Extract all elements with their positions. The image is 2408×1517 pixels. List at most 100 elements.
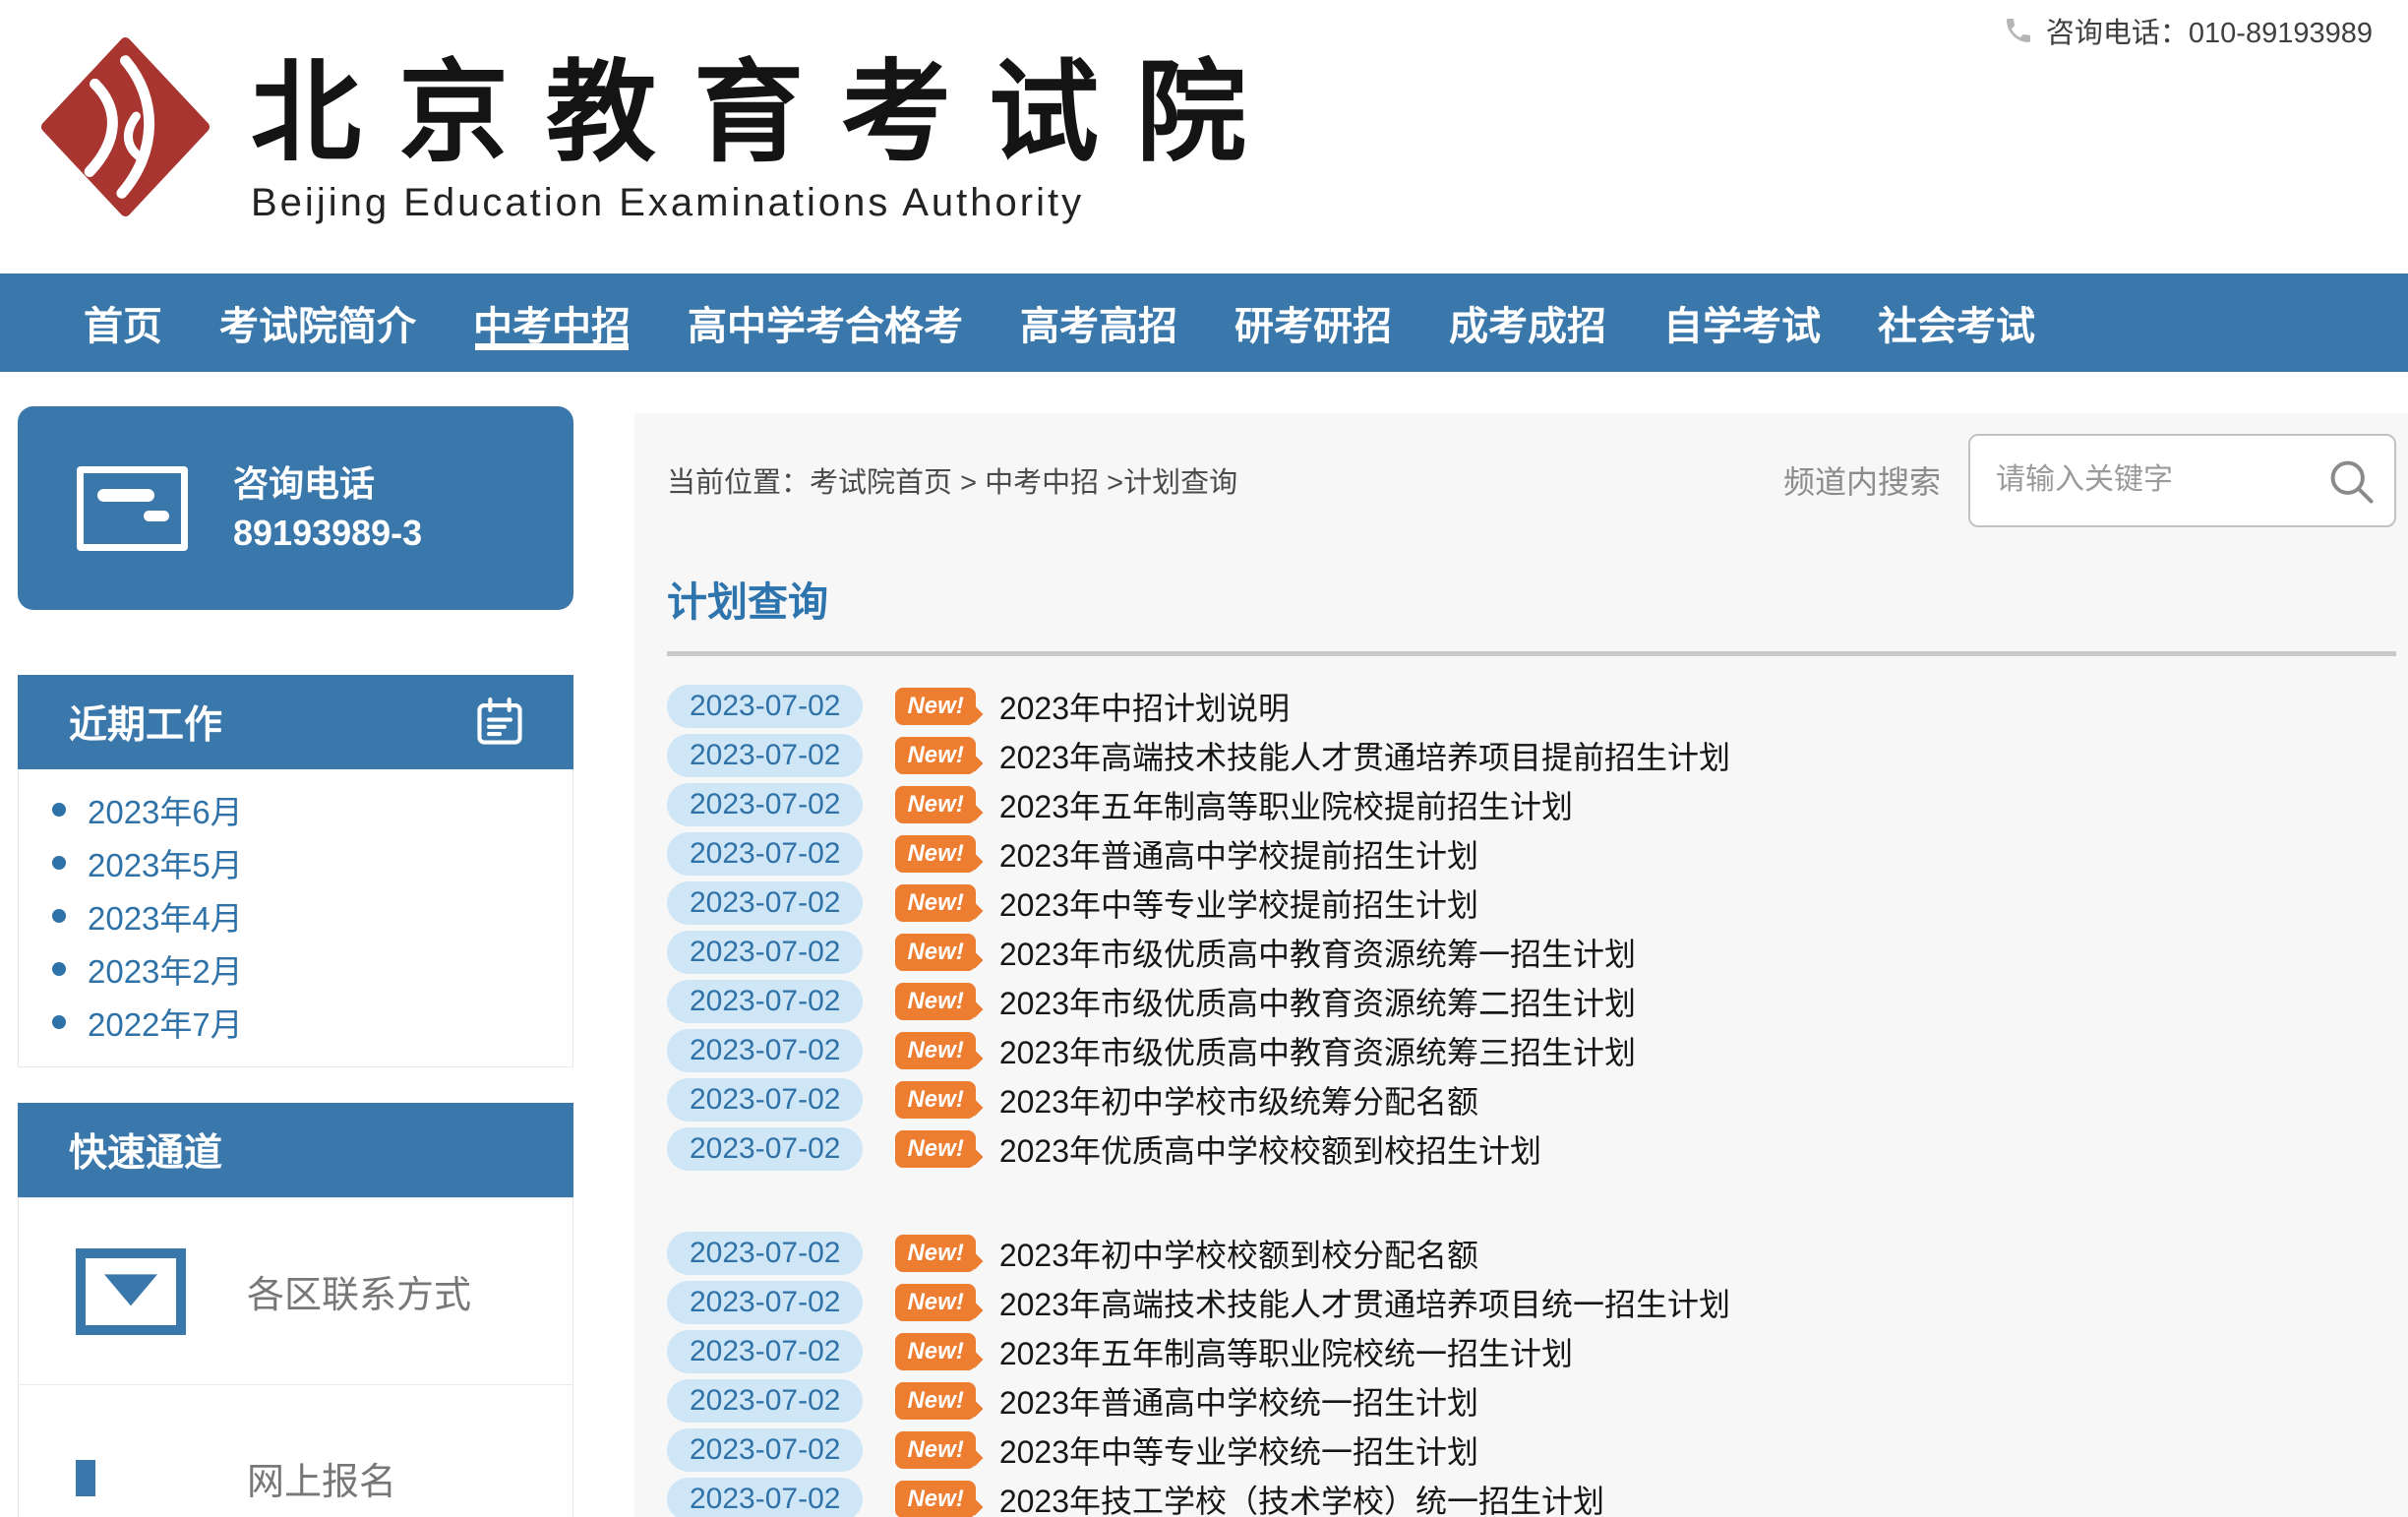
new-badge-icon: New! bbox=[895, 1382, 976, 1420]
recent-work-link[interactable]: 2022年7月 bbox=[88, 999, 243, 1046]
nav-active-underline bbox=[475, 343, 629, 350]
recent-work-link[interactable]: 2023年6月 bbox=[88, 786, 243, 833]
news-link[interactable]: 2023年普通高中学校提前招生计划 bbox=[999, 831, 1478, 877]
nav-item[interactable]: 成考成招 bbox=[1449, 273, 1606, 372]
news-row: 2023-07-02 New! 2023年优质高中学校校额到校招生计划 bbox=[667, 1124, 2396, 1174]
search-box bbox=[1968, 433, 2396, 527]
quick-channel-panel: 快速通道 各区联系方式 网上报名 bbox=[18, 1103, 573, 1517]
search-icon[interactable] bbox=[2325, 455, 2377, 507]
calendar-icon bbox=[477, 697, 522, 745]
news-link[interactable]: 2023年高端技术技能人才贯通培养项目提前招生计划 bbox=[999, 733, 1730, 778]
nav-item[interactable]: 中考中招 bbox=[473, 273, 631, 372]
news-row: 2023-07-02 New! 2023年初中学校校额到校分配名额 bbox=[667, 1229, 2396, 1278]
date-badge: 2023-07-02 bbox=[667, 881, 864, 925]
site-title-zh: 北京教育考试院 bbox=[251, 48, 1284, 177]
news-link[interactable]: 2023年初中学校市级统筹分配名额 bbox=[999, 1077, 1478, 1123]
quick-link-online-registration[interactable]: 网上报名 bbox=[19, 1384, 572, 1517]
recent-work-title: 近期工作 bbox=[69, 704, 223, 747]
main-content: 当前位置：考试院首页 > 中考中招 >计划查询 频道内搜索 计划查询 2023-… bbox=[634, 413, 2408, 1517]
nav-item[interactable]: 高考高招 bbox=[1020, 273, 1177, 372]
main-nav: 首页 考试院简介 中考中招 高中学考合格考 高考高招 研考研招 成考成招 自学考… bbox=[0, 273, 2408, 372]
recent-work-item: 2023年4月 bbox=[19, 889, 572, 942]
brand-text: 北京教育考试院 Beijing Education Examinations A… bbox=[251, 37, 1284, 225]
new-badge-icon: New! bbox=[895, 688, 976, 725]
nav-item[interactable]: 高中学考合格考 bbox=[688, 273, 963, 372]
monitor-icon bbox=[76, 1459, 186, 1496]
date-badge: 2023-07-02 bbox=[667, 734, 864, 777]
date-badge: 2023-07-02 bbox=[667, 783, 864, 826]
title-divider bbox=[667, 651, 2396, 656]
news-link[interactable]: 2023年五年制高等职业院校提前招生计划 bbox=[999, 782, 1573, 827]
news-row: 2023-07-02 New! 2023年高端技术技能人才贯通培养项目统一招生计… bbox=[667, 1278, 2396, 1327]
recent-work-item: 2022年7月 bbox=[19, 996, 572, 1049]
recent-work-item: 2023年5月 bbox=[19, 836, 572, 889]
date-badge: 2023-07-02 bbox=[667, 832, 864, 876]
nav-item[interactable]: 首页 bbox=[84, 273, 162, 372]
bullet-icon bbox=[52, 909, 66, 923]
recent-work-link[interactable]: 2023年4月 bbox=[88, 892, 243, 940]
news-link[interactable]: 2023年市级优质高中教育资源统筹三招生计划 bbox=[999, 1028, 1636, 1073]
news-link[interactable]: 2023年普通高中学校统一招生计划 bbox=[999, 1378, 1478, 1424]
news-row: 2023-07-02 New! 2023年中等专业学校统一招生计划 bbox=[667, 1426, 2396, 1475]
date-badge: 2023-07-02 bbox=[667, 1127, 864, 1171]
nav-item-label: 高中学考合格考 bbox=[688, 305, 963, 348]
sidebar: 咨询电话 89193989-3 近期工作 2023年6月 2023年5月 202… bbox=[18, 406, 573, 1517]
bullet-icon bbox=[52, 962, 66, 976]
recent-work-link[interactable]: 2023年5月 bbox=[88, 839, 243, 886]
nav-item[interactable]: 自学考试 bbox=[1663, 273, 1821, 372]
news-link[interactable]: 2023年初中学校校额到校分配名额 bbox=[999, 1231, 1478, 1276]
news-row: 2023-07-02 New! 2023年市级优质高中教育资源统筹一招生计划 bbox=[667, 928, 2396, 977]
top-header: 咨询电话：010-89193989 北京教育考试院 Beijing Educat… bbox=[0, 0, 2408, 273]
new-badge-icon: New! bbox=[895, 983, 976, 1020]
news-row: 2023-07-02 New! 2023年市级优质高中教育资源统筹三招生计划 bbox=[667, 1026, 2396, 1075]
news-row: 2023-07-02 New! 2023年五年制高等职业院校提前招生计划 bbox=[667, 780, 2396, 829]
bullet-icon bbox=[52, 856, 66, 870]
news-link[interactable]: 2023年中招计划说明 bbox=[999, 684, 1290, 729]
brand: 北京教育考试院 Beijing Education Examinations A… bbox=[30, 37, 1284, 225]
new-badge-icon: New! bbox=[895, 1431, 976, 1469]
new-badge-icon: New! bbox=[895, 737, 976, 774]
envelope-icon bbox=[77, 465, 188, 551]
date-badge: 2023-07-02 bbox=[667, 1281, 864, 1324]
phone-icon bbox=[2006, 19, 2030, 42]
bullet-icon bbox=[52, 1015, 66, 1029]
recent-work-link[interactable]: 2023年2月 bbox=[88, 945, 243, 993]
quick-link-district-contacts[interactable]: 各区联系方式 bbox=[19, 1197, 572, 1384]
news-row: 2023-07-02 New! 2023年五年制高等职业院校统一招生计划 bbox=[667, 1327, 2396, 1376]
page-title: 计划查询 bbox=[667, 579, 828, 625]
date-badge: 2023-07-02 bbox=[667, 1232, 864, 1275]
news-link[interactable]: 2023年中等专业学校提前招生计划 bbox=[999, 880, 1478, 926]
nav-item[interactable]: 考试院简介 bbox=[219, 273, 416, 372]
new-badge-icon: New! bbox=[895, 1333, 976, 1370]
news-row: 2023-07-02 New! 2023年初中学校市级统筹分配名额 bbox=[667, 1075, 2396, 1124]
news-list-group-2: 2023-07-02 New! 2023年初中学校校额到校分配名额 2023-0… bbox=[667, 1229, 2396, 1517]
news-link[interactable]: 2023年技工学校（技术学校）统一招生计划 bbox=[999, 1477, 1604, 1517]
date-badge: 2023-07-02 bbox=[667, 1478, 864, 1517]
new-badge-icon: New! bbox=[895, 1284, 976, 1321]
news-link[interactable]: 2023年中等专业学校统一招生计划 bbox=[999, 1427, 1478, 1473]
news-row: 2023-07-02 New! 2023年普通高中学校提前招生计划 bbox=[667, 829, 2396, 879]
news-link[interactable]: 2023年优质高中学校校额到校招生计划 bbox=[999, 1126, 1541, 1172]
news-list-group-1: 2023-07-02 New! 2023年中招计划说明 2023-07-02 N… bbox=[667, 682, 2396, 1174]
new-badge-icon: New! bbox=[895, 1081, 976, 1119]
new-badge-icon: New! bbox=[895, 1235, 976, 1272]
news-link[interactable]: 2023年市级优质高中教育资源统筹一招生计划 bbox=[999, 930, 1636, 975]
news-link[interactable]: 2023年五年制高等职业院校统一招生计划 bbox=[999, 1329, 1573, 1374]
nav-item-label: 首页 bbox=[84, 305, 162, 348]
recent-work-item: 2023年6月 bbox=[19, 783, 572, 836]
date-badge: 2023-07-02 bbox=[667, 1078, 864, 1122]
sidebar-phone-line1: 咨询电话 bbox=[233, 462, 376, 504]
nav-item[interactable]: 社会考试 bbox=[1878, 273, 2035, 372]
news-link[interactable]: 2023年高端技术技能人才贯通培养项目统一招生计划 bbox=[999, 1280, 1730, 1325]
news-row: 2023-07-02 New! 2023年普通高中学校统一招生计划 bbox=[667, 1376, 2396, 1426]
channel-search-label: 频道内搜索 bbox=[1782, 464, 1941, 500]
new-badge-icon: New! bbox=[895, 1481, 976, 1517]
quick-channel-title: 快速通道 bbox=[69, 1132, 223, 1175]
breadcrumb-home-link[interactable]: 考试院首页 bbox=[810, 467, 952, 499]
page: 咨询电话：010-89193989 北京教育考试院 Beijing Educat… bbox=[0, 0, 2408, 1517]
breadcrumb-zhongkao-link[interactable]: 中考中招 bbox=[985, 467, 1099, 499]
nav-item[interactable]: 研考研招 bbox=[1234, 273, 1392, 372]
news-link[interactable]: 2023年市级优质高中教育资源统筹二招生计划 bbox=[999, 979, 1636, 1024]
date-badge: 2023-07-02 bbox=[667, 1029, 864, 1072]
breadcrumb-current[interactable]: 计划查询 bbox=[1123, 467, 1237, 499]
